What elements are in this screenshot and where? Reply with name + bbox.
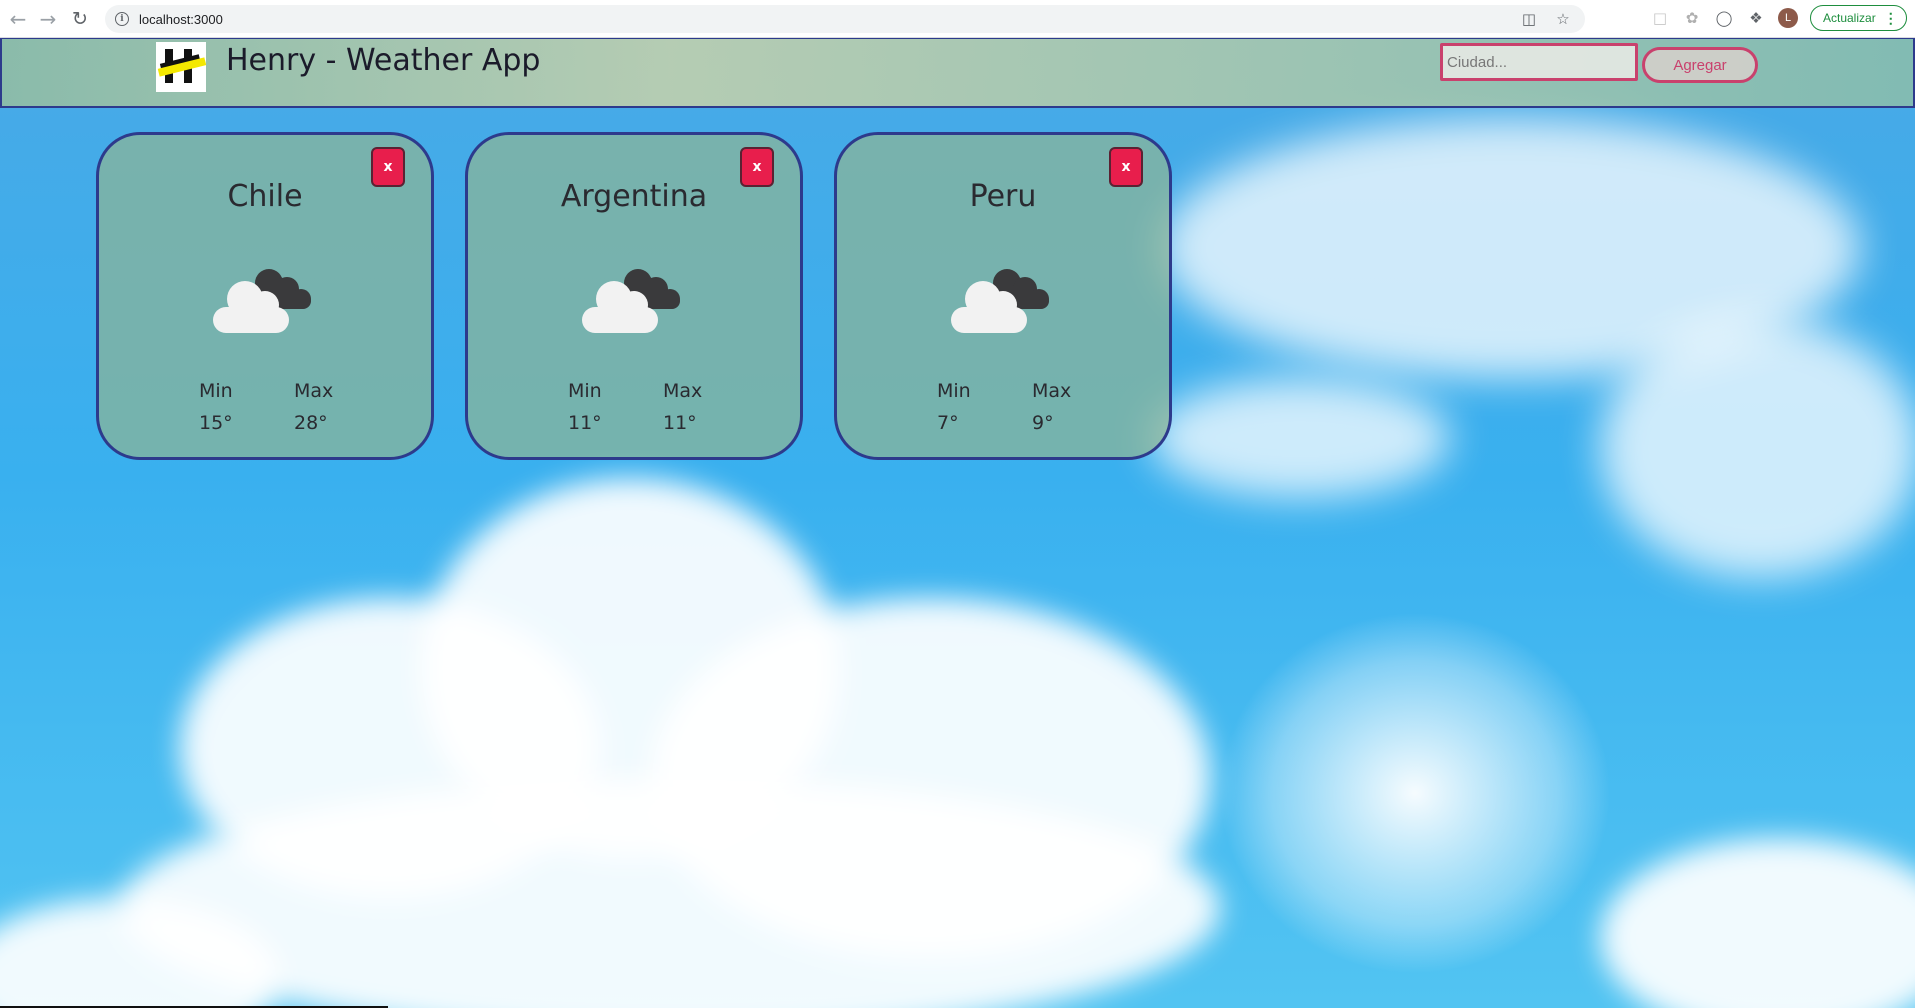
min-label: Min [568, 380, 602, 402]
update-button[interactable]: Actualizar ⋮ [1810, 5, 1907, 31]
info-icon[interactable]: i [115, 12, 129, 26]
cloudy-icon [213, 269, 311, 333]
cloudy-icon [582, 269, 680, 333]
search-input[interactable] [1440, 43, 1638, 81]
max-label: Max [294, 380, 334, 402]
star-icon[interactable]: ☆ [1553, 9, 1573, 29]
city-name: Argentina [560, 179, 708, 214]
min-value: 15° [199, 412, 233, 434]
max-temp: Max 28° [294, 375, 333, 439]
extension-icon[interactable]: □ [1650, 8, 1670, 28]
max-label: Max [1032, 380, 1072, 402]
max-value: 11° [663, 412, 697, 434]
extension-icon[interactable]: ✿ [1682, 8, 1702, 28]
min-value: 11° [568, 412, 602, 434]
min-temp: Min 7° [937, 375, 971, 439]
max-value: 9° [1032, 412, 1054, 434]
max-temp: Max 11° [663, 375, 702, 439]
max-value: 28° [294, 412, 328, 434]
city-card: x Peru Min 7° Max 9° [834, 132, 1172, 460]
extension-icon[interactable]: ◯ [1714, 8, 1734, 28]
min-value: 7° [937, 412, 959, 434]
browser-toolbar: ← → ↻ i localhost:3000 ◫ ☆ □ ✿ ◯ ❖ L Act… [0, 0, 1915, 38]
add-city-button[interactable]: Agregar [1642, 47, 1758, 83]
translate-icon[interactable]: ◫ [1519, 9, 1539, 29]
cloud-decoration [1150, 378, 1450, 498]
url-text: localhost:3000 [139, 11, 223, 27]
puzzle-icon[interactable]: ❖ [1746, 8, 1766, 28]
page-title: Henry - Weather App [226, 43, 541, 78]
cloudy-icon [951, 269, 1049, 333]
city-name: Peru [969, 179, 1037, 214]
city-card: x Chile Min 15° Max 28° [96, 132, 434, 460]
avatar[interactable]: L [1778, 8, 1798, 28]
min-temp: Min 15° [199, 375, 233, 439]
update-button-label: Actualizar [1823, 11, 1876, 25]
cloud-decoration [1600, 838, 1915, 1008]
max-temp: Max 9° [1032, 375, 1071, 439]
city-name: Chile [227, 179, 303, 214]
min-temp: Min 11° [568, 375, 602, 439]
kebab-menu-icon: ⋮ [1883, 9, 1898, 26]
min-label: Min [937, 380, 971, 402]
reload-icon[interactable]: ↻ [64, 3, 96, 35]
min-label: Min [199, 380, 233, 402]
cloud-decoration [1600, 318, 1915, 578]
max-label: Max [663, 380, 703, 402]
address-bar[interactable]: i localhost:3000 ◫ ☆ [105, 5, 1585, 33]
back-icon[interactable]: ← [2, 3, 34, 35]
city-card: x Argentina Min 11° Max 11° [465, 132, 803, 460]
henry-logo [156, 42, 206, 92]
app-header: Henry - Weather App Agregar [0, 38, 1915, 108]
page-background: Henry - Weather App Agregar x Chile Min … [0, 38, 1915, 1008]
forward-icon[interactable]: → [32, 3, 64, 35]
